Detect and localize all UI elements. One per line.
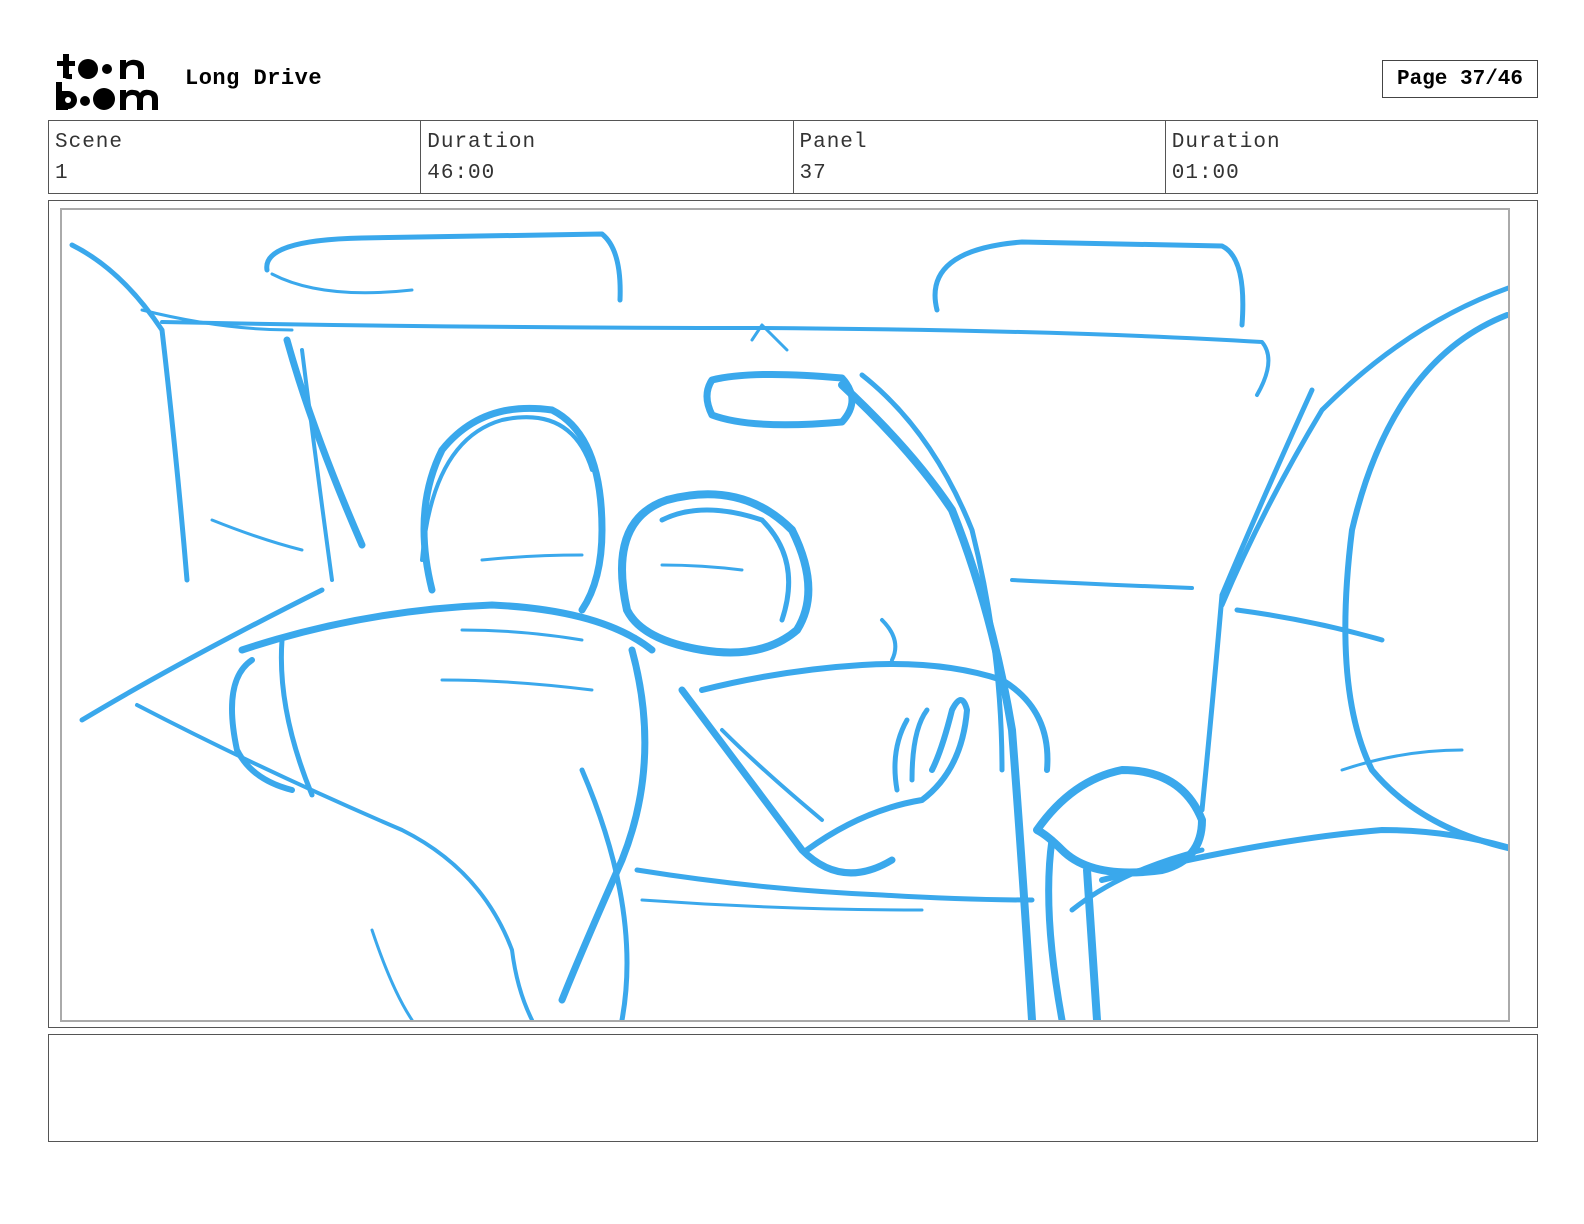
panel-duration-label: Duration [1171,131,1281,154]
panel-frame [48,200,1538,1028]
project-title: Long Drive [185,66,323,91]
page-header: Long Drive Page 37/46 [48,48,1538,110]
panel-duration-value: 01:00 [1171,162,1240,185]
panel-value: 37 [799,162,827,185]
scene-duration-cell: Duration 46:00 [421,121,794,193]
scene-duration-label: Duration [427,131,537,154]
panel-duration-cell: Duration 01:00 [1166,121,1537,193]
panel-info-table: Scene 1 Duration 46:00 Panel 37 Duration… [48,120,1538,194]
logo-graphic [56,54,158,110]
toon-boom-logo [52,52,164,114]
scene-value: 1 [55,162,69,185]
page-indicator: Page 37/46 [1382,60,1538,98]
panel-label: Panel [799,131,868,154]
panel-cell: Panel 37 [794,121,1166,193]
scene-label: Scene [55,131,124,154]
scene-cell: Scene 1 [49,121,422,193]
sketch-drawing [69,231,1508,1020]
scene-duration-value: 46:00 [427,162,496,185]
panel-notes[interactable] [48,1034,1538,1142]
panel-image-area [60,208,1510,1022]
